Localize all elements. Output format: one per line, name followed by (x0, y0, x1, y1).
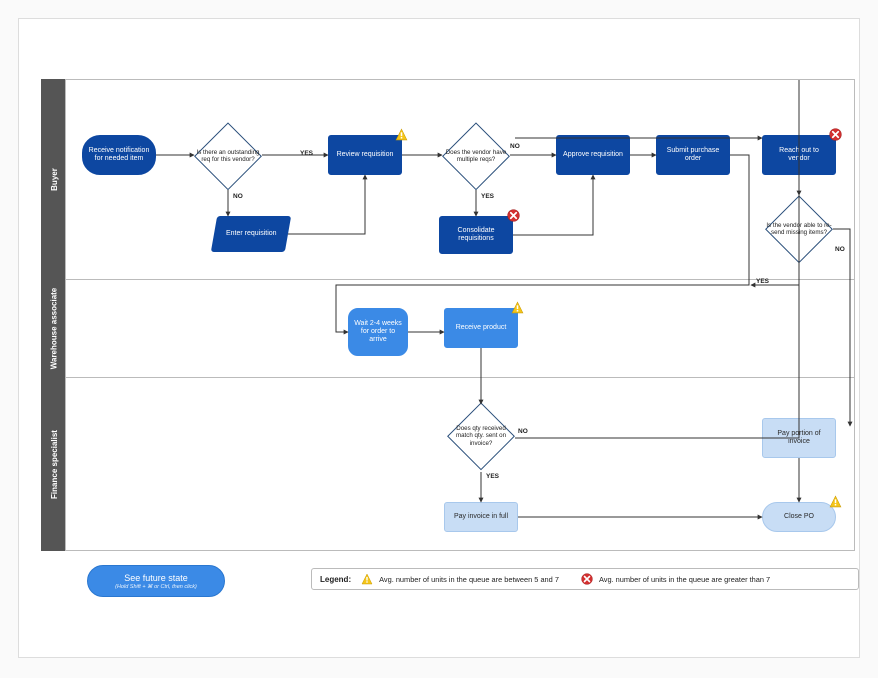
lane-buyer-label: Buyer (42, 80, 66, 279)
lane-finance-label: Finance specialist (42, 378, 66, 550)
node-pay-portion[interactable]: Pay portion of invoice (762, 418, 836, 458)
legend-warn-text: Avg. number of units in the queue are be… (379, 575, 559, 584)
node-consolidate[interactable]: Consolidate requisitions (439, 216, 513, 254)
node-receive-product[interactable]: Receive product (444, 308, 518, 348)
edge-no-4: NO (518, 428, 528, 435)
legend-panel: Legend: Avg. number of units in the queu… (311, 568, 859, 590)
future-state-title: See future state (124, 573, 188, 583)
diagram-canvas: Buyer Receive notification for needed it… (18, 18, 860, 658)
decision-outstanding-req[interactable]: Is there an outstanding req for this ven… (194, 122, 262, 190)
warn-icon (361, 573, 373, 585)
edge-no-3: NO (835, 246, 845, 253)
node-review-requisition[interactable]: Review requisition (328, 135, 402, 175)
err-icon (829, 128, 842, 141)
node-pay-full[interactable]: Pay invoice in full (444, 502, 518, 532)
decision-qty-match[interactable]: Does qty received match qty. sent on inv… (447, 402, 515, 470)
err-icon (507, 209, 520, 222)
legend-title: Legend: (320, 575, 351, 584)
edge-yes-1: YES (300, 150, 313, 157)
err-icon (581, 573, 593, 585)
decision-vendor-resend[interactable]: Is the vendor able to re-send missing it… (765, 195, 833, 263)
warn-icon (829, 495, 842, 508)
node-submit-po[interactable]: Submit purchase order (656, 135, 730, 175)
future-state-subtitle: (Hold Shift + ⌘ or Ctrl, then click) (115, 584, 197, 590)
decision-multi-reqs[interactable]: Does the vendor have multiple reqs? (442, 122, 510, 190)
lane-finance: Finance specialist Does qty received mat… (66, 378, 854, 551)
node-close-po[interactable]: Close PO (762, 502, 836, 532)
lane-warehouse: Warehouse associate Wait 2-4 weeks for o… (66, 280, 854, 378)
edge-no-2: NO (510, 143, 520, 150)
edge-yes-2: YES (481, 193, 494, 200)
lane-buyer: Buyer Receive notification for needed it… (66, 80, 854, 280)
node-reach-vendor[interactable]: Reach out to vendor (762, 135, 836, 175)
warn-icon (511, 301, 524, 314)
node-wait-order[interactable]: Wait 2-4 weeks for order to arrive (348, 308, 408, 356)
node-enter-requisition[interactable]: Enter requisition (211, 216, 291, 252)
edge-yes-4: YES (486, 473, 499, 480)
edge-no-1: NO (233, 193, 243, 200)
see-future-state-button[interactable]: See future state (Hold Shift + ⌘ or Ctrl… (87, 565, 225, 597)
swimlane-container: Buyer Receive notification for needed it… (65, 79, 855, 551)
lane-warehouse-label: Warehouse associate (42, 280, 66, 377)
node-receive-notification[interactable]: Receive notification for needed item (82, 135, 156, 175)
node-approve-req[interactable]: Approve requisition (556, 135, 630, 175)
warn-icon (395, 128, 408, 141)
legend-err-text: Avg. number of units in the queue are gr… (599, 575, 770, 584)
